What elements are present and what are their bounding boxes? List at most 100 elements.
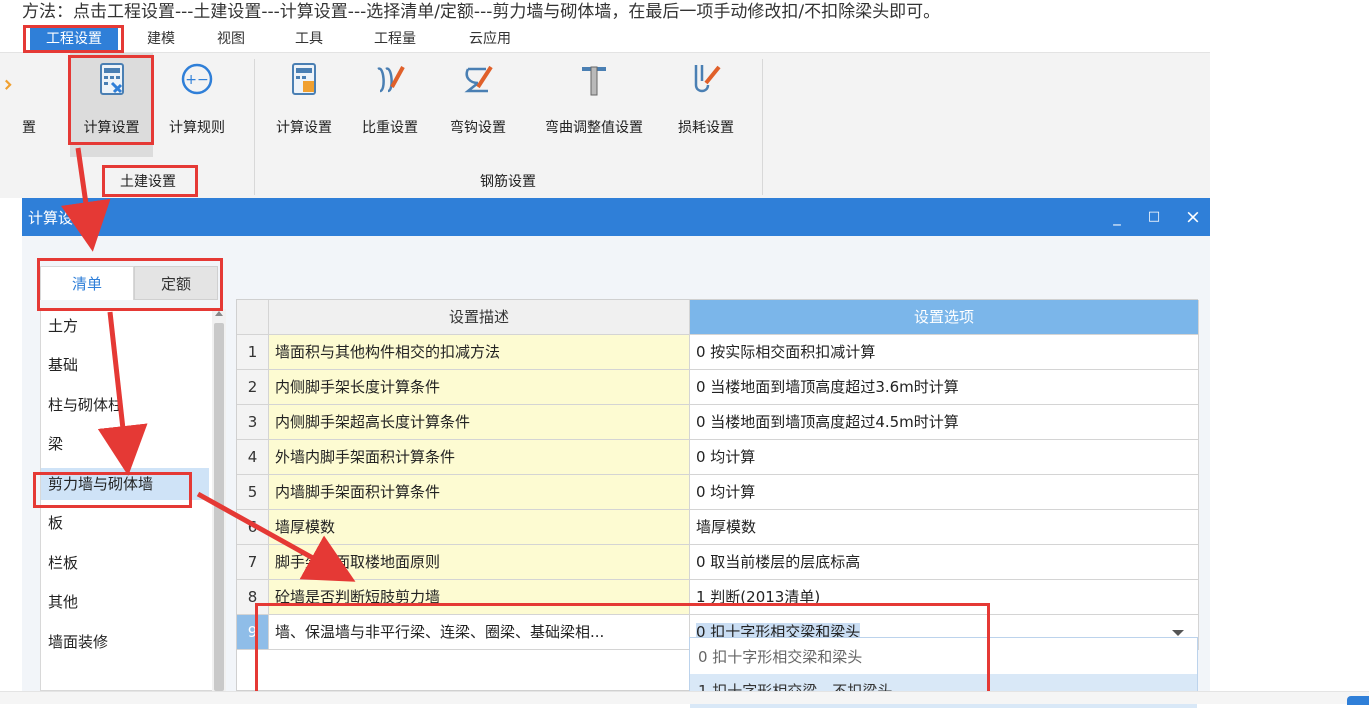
table-row[interactable]: 2 内侧脚手架长度计算条件 0 当楼地面到墙顶高度超过3.6m时计算 — [237, 370, 1199, 405]
row-desc: 内侧脚手架超高长度计算条件 — [269, 405, 690, 440]
category-item-other[interactable]: 其他 — [41, 586, 209, 618]
ribbon-button-partial[interactable]: 置 — [0, 53, 52, 157]
dialog-title: 计算设置 — [28, 209, 89, 227]
row-desc: 内墙脚手架面积计算条件 — [269, 475, 690, 510]
minimize-button[interactable]: _ — [1106, 206, 1128, 228]
table-row[interactable]: 4 外墙内脚手架面积计算条件 0 均计算 — [237, 440, 1199, 475]
table-row[interactable]: 7 脚手架底面取楼地面原则 0 取当前楼层的层底标高 — [237, 545, 1199, 580]
table-row[interactable]: 3 内侧脚手架超高长度计算条件 0 当楼地面到墙顶高度超过4.5m时计算 — [237, 405, 1199, 440]
menu-bar: 工程设置 建模 视图 工具 工程量 云应用 — [22, 26, 1212, 52]
menu-view[interactable]: 视图 — [206, 26, 256, 52]
row-desc: 内侧脚手架长度计算条件 — [269, 370, 690, 405]
bottom-bar — [0, 691, 1369, 705]
bend-adjust-settings-label: 弯曲调整值设置 — [545, 120, 643, 136]
row-option[interactable]: 墙厚模数 — [690, 510, 1199, 545]
density-settings-button[interactable]: 比重设置 — [350, 53, 430, 157]
row-option[interactable]: 1 判断(2013清单) — [690, 580, 1199, 615]
loss-settings-icon — [694, 65, 721, 93]
category-item-beam[interactable]: 梁 — [41, 428, 209, 460]
row-option[interactable]: 0 当楼地面到墙顶高度超过3.6m时计算 — [690, 370, 1199, 405]
hook-settings-icon — [464, 65, 493, 93]
calc-rules-icon: +− — [181, 63, 213, 95]
scroll-up-icon[interactable] — [215, 311, 223, 316]
bend-adjust-settings-button[interactable]: 弯曲调整值设置 — [524, 53, 664, 157]
category-item-tufang[interactable]: 土方 — [41, 310, 209, 342]
menu-cloud-apps[interactable]: 云应用 — [457, 26, 523, 52]
scrollbar-thumb[interactable] — [214, 323, 224, 691]
menu-project-settings[interactable]: 工程设置 — [30, 26, 118, 52]
tab-dinge[interactable]: 定额 — [134, 266, 218, 300]
tujian-calc-settings-label: 计算设置 — [83, 120, 140, 136]
svg-text:+−: +− — [185, 72, 208, 88]
loss-settings-button[interactable]: 损耗设置 — [666, 53, 746, 157]
category-item-column[interactable]: 柱与砌体柱 — [41, 389, 209, 421]
category-list: 土方 基础 柱与砌体柱 梁 剪力墙与砌体墙 板 栏板 其他 墙面装修 — [40, 309, 226, 691]
menu-modeling[interactable]: 建模 — [136, 26, 186, 52]
row-option[interactable]: 0 均计算 — [690, 475, 1199, 510]
loss-settings-label: 损耗设置 — [678, 120, 734, 136]
close-button[interactable]: × — [1182, 206, 1204, 228]
gangjin-group-label: 钢筋设置 — [480, 174, 536, 190]
row-num: 4 — [237, 440, 269, 475]
row-option[interactable]: 0 取当前楼层的层底标高 — [690, 545, 1199, 580]
header-num — [237, 300, 269, 335]
gangjin-calc-settings-label: 计算设置 — [276, 120, 332, 136]
gangjin-calc-settings-button[interactable]: 计算设置 — [264, 53, 344, 157]
header-opt: 设置选项 — [690, 300, 1199, 335]
row-desc: 外墙内脚手架面积计算条件 — [269, 440, 690, 475]
instruction-text: 方法：点击工程设置---土建设置---计算设置---选择清单/定额---剪力墙与… — [22, 2, 941, 22]
tab-qingdan[interactable]: 清单 — [40, 266, 134, 300]
settings-grid: 设置描述 设置选项 1 墙面积与其他构件相交的扣减方法 0 按实际相交面积扣减计… — [236, 299, 1199, 691]
row-num: 7 — [237, 545, 269, 580]
row-desc: 墙厚模数 — [269, 510, 690, 545]
dropdown-list: 0 扣十字形相交梁和梁头 1 扣十字形相交梁，不扣梁头 — [689, 637, 1198, 708]
maximize-button[interactable]: □ — [1143, 206, 1165, 228]
table-row[interactable]: 8 砼墙是否判断短肢剪力墙 1 判断(2013清单) — [237, 580, 1199, 615]
row-desc: 砼墙是否判断短肢剪力墙 — [269, 580, 690, 615]
ribbon-partial-label: 置 — [22, 120, 36, 136]
row-desc: 墙面积与其他构件相交的扣减方法 — [269, 335, 690, 370]
ribbon-separator — [254, 59, 255, 195]
row-option[interactable]: 0 按实际相交面积扣减计算 — [690, 335, 1199, 370]
category-item-parapet[interactable]: 栏板 — [41, 547, 209, 579]
row-num: 2 — [237, 370, 269, 405]
table-row[interactable]: 6 墙厚模数 墙厚模数 — [237, 510, 1199, 545]
chevron-down-icon[interactable] — [1172, 630, 1184, 636]
row-num: 8 — [237, 580, 269, 615]
category-item-jichu[interactable]: 基础 — [41, 349, 209, 381]
row-num: 5 — [237, 475, 269, 510]
density-settings-icon — [377, 66, 405, 93]
density-settings-label: 比重设置 — [362, 120, 418, 136]
calc-settings-icon — [99, 63, 124, 95]
row-option[interactable]: 0 均计算 — [690, 440, 1199, 475]
category-scrollbar[interactable] — [212, 309, 226, 691]
tujian-calc-rules-button[interactable]: +− 计算规则 — [157, 53, 237, 157]
row-num: 3 — [237, 405, 269, 440]
dialog-body: 清单 定额 土方 基础 柱与砌体柱 梁 剪力墙与砌体墙 板 栏板 其他 墙面装修… — [22, 236, 1210, 691]
tujian-calc-settings-button[interactable]: 计算设置 — [70, 53, 153, 157]
category-item-wall-finish[interactable]: 墙面装修 — [41, 626, 209, 658]
menu-tools[interactable]: 工具 — [284, 26, 334, 52]
tujian-group-label: 土建设置 — [120, 174, 176, 190]
header-desc: 设置描述 — [269, 300, 690, 335]
row-num: 6 — [237, 510, 269, 545]
category-item-slab[interactable]: 板 — [41, 507, 209, 539]
bend-adjust-icon — [582, 66, 606, 96]
calc-settings-dialog: 计算设置 _ □ × 清单 定额 土方 基础 柱与砌体柱 梁 剪力墙与砌体墙 板… — [22, 198, 1210, 708]
category-item-shear-wall[interactable]: 剪力墙与砌体墙 — [41, 468, 209, 500]
row-num: 1 — [237, 335, 269, 370]
dialog-titlebar[interactable]: 计算设置 _ □ × — [22, 198, 1210, 236]
row-option[interactable]: 0 当楼地面到墙顶高度超过4.5m时计算 — [690, 405, 1199, 440]
rebar-calc-settings-icon — [292, 63, 316, 95]
hook-settings-label: 弯钩设置 — [450, 120, 506, 136]
grid-header-row: 设置描述 设置选项 — [237, 300, 1199, 335]
ribbon-toolbar: 置 计算设置 +− 计算规则 土建设置 计算设置 比重设置 弯钩设置 弯曲调整值… — [0, 52, 1210, 198]
row-desc: 墙、保温墙与非平行梁、连梁、圈梁、基础梁相... — [269, 615, 690, 650]
table-row[interactable]: 5 内墙脚手架面积计算条件 0 均计算 — [237, 475, 1199, 510]
menu-quantities[interactable]: 工程量 — [362, 26, 428, 52]
dropdown-option-deduct-head[interactable]: 0 扣十字形相交梁和梁头 — [690, 640, 1197, 674]
hook-settings-button[interactable]: 弯钩设置 — [438, 53, 518, 157]
tujian-calc-rules-label: 计算规则 — [169, 120, 225, 136]
ribbon-separator-end — [762, 59, 763, 195]
table-row[interactable]: 1 墙面积与其他构件相交的扣减方法 0 按实际相交面积扣减计算 — [237, 335, 1199, 370]
